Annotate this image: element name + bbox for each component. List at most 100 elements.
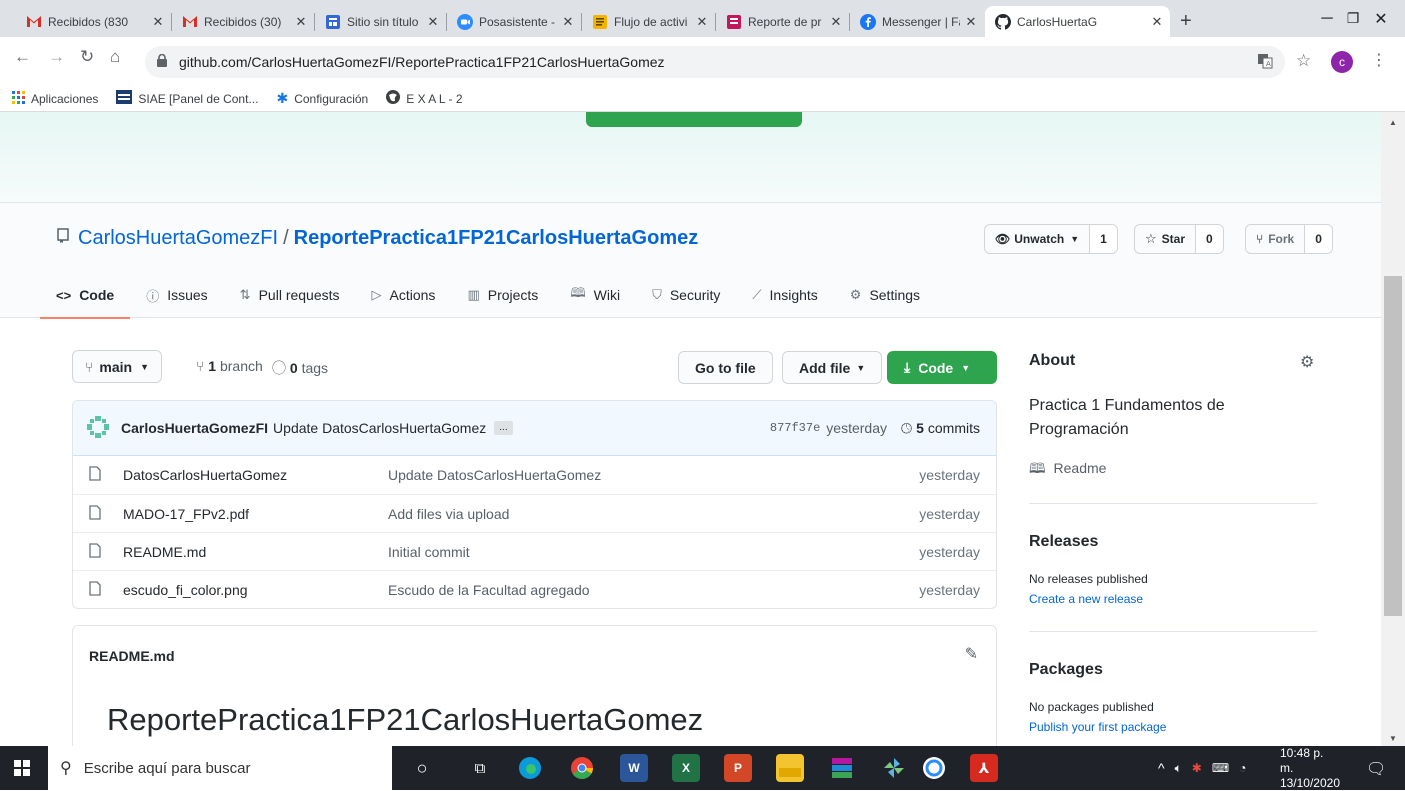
notifications-icon[interactable]: 🗨︎ xyxy=(1366,759,1386,779)
watch-button[interactable]: 👁︎ Unwatch ▼ 1 xyxy=(984,224,1118,254)
tab-pull-requests[interactable]: ⇅ Pull requests xyxy=(224,273,356,319)
winrar-icon[interactable] xyxy=(828,754,856,782)
zoom-app-icon[interactable] xyxy=(920,754,948,782)
clock[interactable]: 10:48 p. m. 13/10/2020 xyxy=(1280,746,1340,790)
browser-tab[interactable]: Recibidos (830 ✕ xyxy=(16,6,171,37)
close-icon[interactable]: ✕ xyxy=(964,14,978,30)
file-table: CarlosHuertaGomezFI Update DatosCarlosHu… xyxy=(72,400,997,609)
commit-message[interactable]: Update DatosCarlosHuertaGomez xyxy=(273,420,486,436)
table-row[interactable]: escudo_fi_color.png Escudo de la Faculta… xyxy=(73,570,996,608)
create-release-link[interactable]: Create a new release xyxy=(1029,592,1143,606)
close-icon[interactable]: ✕ xyxy=(829,14,843,30)
bookmark-siae[interactable]: SIAE [Panel de Cont... xyxy=(116,90,258,107)
commit-ellipsis-button[interactable]: ... xyxy=(494,421,513,435)
windows-start-icon[interactable] xyxy=(14,760,30,779)
powerpoint-icon[interactable]: P xyxy=(724,754,752,782)
taskbar-search-input[interactable]: ⚲ Escribe aquí para buscar xyxy=(48,746,392,790)
tab-settings[interactable]: ⚙ Settings xyxy=(834,273,936,319)
edge-icon[interactable] xyxy=(516,754,544,782)
profile-avatar[interactable]: c xyxy=(1331,51,1353,73)
keyboard-icon[interactable]: ⌨ xyxy=(1212,761,1229,775)
tab-insights[interactable]: ⟋ Insights xyxy=(736,273,833,319)
close-icon[interactable]: ✕ xyxy=(426,14,440,30)
table-row[interactable]: MADO-17_FPv2.pdf Add files via upload ye… xyxy=(73,494,996,532)
new-tab-button[interactable]: + xyxy=(1180,10,1192,33)
chevron-up-icon[interactable]: ^ xyxy=(1158,760,1165,776)
commit-author[interactable]: CarlosHuertaGomezFI xyxy=(121,420,268,436)
tab-actions[interactable]: ▷ Actions xyxy=(356,273,452,319)
releases-title[interactable]: Releases xyxy=(1029,533,1098,551)
star-count[interactable]: 0 xyxy=(1195,225,1223,253)
avatar[interactable] xyxy=(87,415,109,441)
branch-select[interactable]: ⑂ main ▼ xyxy=(72,350,163,383)
back-arrow-icon[interactable]: ← xyxy=(14,47,31,67)
tags-link[interactable]: ⃝ 0 tags xyxy=(286,358,328,378)
readme-link[interactable]: 🕮 Readme xyxy=(1029,458,1106,482)
repo-owner-link[interactable]: CarlosHuertaGomezFI xyxy=(78,227,278,250)
page-scrollbar[interactable]: ▲ ▼ xyxy=(1381,112,1405,746)
close-icon[interactable]: ✕ xyxy=(151,14,165,30)
task-view-icon[interactable]: ⧉ xyxy=(466,754,494,782)
branches-link[interactable]: ⑂ 1 branch xyxy=(196,358,263,374)
chrome-icon[interactable] xyxy=(568,754,596,782)
network-icon[interactable]: ✱ xyxy=(1192,761,1202,775)
wifi-icon[interactable]: ◔ xyxy=(1239,761,1246,775)
excel-icon[interactable]: X xyxy=(672,754,700,782)
home-icon[interactable]: ⌂ xyxy=(110,47,120,67)
address-bar[interactable]: github.com/CarlosHuertaGomezFI/ReportePr… xyxy=(145,46,1285,78)
gear-icon[interactable]: ⚙ xyxy=(1300,352,1314,372)
bookmark-aplicaciones[interactable]: Aplicaciones xyxy=(12,90,98,107)
tab-projects[interactable]: ▥ Projects xyxy=(451,273,554,319)
repo-name-link[interactable]: ReportePractica1FP21CarlosHuertaGomez xyxy=(294,227,699,250)
watch-count[interactable]: 1 xyxy=(1089,225,1117,253)
table-row[interactable]: README.md Initial commit yesterday xyxy=(73,532,996,570)
translate-icon[interactable]: A xyxy=(1257,53,1273,72)
file-explorer-icon[interactable] xyxy=(776,754,804,782)
fork-count[interactable]: 0 xyxy=(1304,225,1332,253)
bookmark-configuracion[interactable]: ✱ Configuración xyxy=(276,90,368,107)
reload-icon[interactable]: ↻ xyxy=(80,47,94,67)
browser-tab[interactable]: Recibidos (30) ✕ xyxy=(172,6,314,37)
bookmark-exal[interactable]: E X A L - 2 xyxy=(386,90,463,107)
acrobat-icon[interactable]: ⅄ xyxy=(970,754,998,782)
banner-green-button[interactable] xyxy=(586,112,802,127)
tab-security[interactable]: ⛉ Security xyxy=(636,273,736,319)
go-to-file-button[interactable]: Go to file xyxy=(678,351,773,384)
packages-title[interactable]: Packages xyxy=(1029,661,1103,679)
tab-issues[interactable]: ⓘ Issues xyxy=(130,273,223,319)
window-close-icon[interactable]: ✕ xyxy=(1358,0,1404,37)
menu-kebab-icon[interactable]: ⋮ xyxy=(1371,50,1387,70)
pinwheel-app-icon[interactable] xyxy=(880,754,908,782)
browser-tab[interactable]: Posasistente - ✕ xyxy=(447,6,581,37)
tab-code[interactable]: <> Code xyxy=(40,273,131,319)
browser-tab[interactable]: Sitio sin título ✕ xyxy=(315,6,446,37)
scroll-up-icon[interactable]: ▲ xyxy=(1389,118,1397,127)
scrollbar-thumb[interactable] xyxy=(1384,276,1402,616)
publish-package-link[interactable]: Publish your first package xyxy=(1029,720,1166,734)
browser-tab[interactable]: Flujo de activi ✕ xyxy=(582,6,715,37)
star-bookmark-icon[interactable]: ☆ xyxy=(1296,51,1311,71)
pull-request-icon: ⇅ xyxy=(239,287,251,302)
word-icon[interactable]: W xyxy=(620,754,648,782)
browser-tab[interactable]: Messenger | Fa ✕ xyxy=(850,6,984,37)
close-icon[interactable]: ✕ xyxy=(1150,14,1164,30)
close-icon[interactable]: ✕ xyxy=(561,14,575,30)
code-download-button[interactable]: ⤓ Code ▼ xyxy=(887,351,997,384)
volume-icon[interactable]: 🔈︎ xyxy=(1175,761,1182,776)
commits-label[interactable]: commits xyxy=(928,420,980,436)
scroll-down-icon[interactable]: ▼ xyxy=(1389,734,1397,743)
commit-count[interactable]: 5 xyxy=(916,420,924,436)
fork-button[interactable]: ⑂ Fork 0 xyxy=(1245,224,1333,254)
pencil-edit-icon[interactable]: ✎ xyxy=(965,644,978,664)
commit-sha[interactable]: 877f37e xyxy=(770,421,820,435)
star-button[interactable]: ☆ Star 0 xyxy=(1134,224,1224,254)
add-file-button[interactable]: Add file ▼ xyxy=(782,351,883,384)
cortana-icon[interactable]: ○ xyxy=(408,754,436,782)
browser-tab-active[interactable]: CarlosHuertaG ✕ xyxy=(985,6,1170,37)
forward-arrow-icon[interactable]: → xyxy=(48,47,65,67)
tab-wiki[interactable]: 🕮 Wiki xyxy=(554,273,636,319)
close-icon[interactable]: ✕ xyxy=(294,14,308,30)
browser-tab[interactable]: Reporte de pr ✕ xyxy=(716,6,849,37)
close-icon[interactable]: ✕ xyxy=(695,14,709,30)
table-row[interactable]: DatosCarlosHuertaGomez Update DatosCarlo… xyxy=(73,456,996,494)
